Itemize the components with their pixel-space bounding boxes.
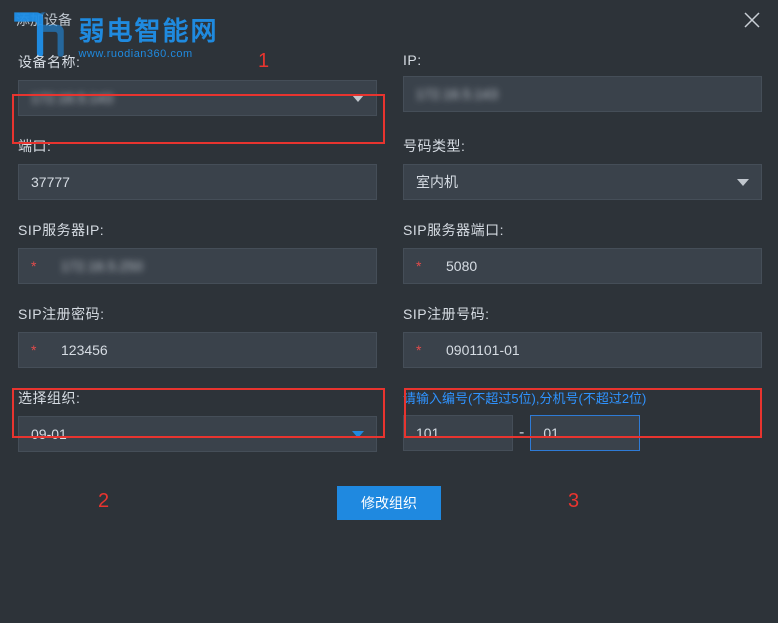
sip-reg-no-label: SIP注册号码: xyxy=(403,304,762,324)
sip-server-port-label: SIP服务器端口: xyxy=(403,220,762,240)
annotation-label-3: 3 xyxy=(568,490,579,513)
dash-separator: - xyxy=(519,424,524,442)
ip-label: IP: xyxy=(403,52,762,68)
modify-org-button[interactable]: 修改组织 xyxy=(337,486,441,520)
sip-reg-pwd-label: SIP注册密码: xyxy=(18,304,377,324)
sip-server-ip-label: SIP服务器IP: xyxy=(18,220,377,240)
number-type-select[interactable]: 室内机 xyxy=(403,164,762,200)
sip-reg-pwd-input[interactable]: 123456 xyxy=(18,332,377,368)
sip-server-port-input[interactable]: 5080 xyxy=(403,248,762,284)
extension-main-input[interactable] xyxy=(403,415,513,451)
select-org-label: 选择组织: xyxy=(18,388,377,408)
sip-reg-no-input[interactable]: 0901101-01 xyxy=(403,332,762,368)
port-input[interactable] xyxy=(18,164,377,200)
number-type-label: 号码类型: xyxy=(403,136,762,156)
chevron-down-icon xyxy=(352,95,364,102)
chevron-down-icon xyxy=(737,179,749,186)
annotation-label-1: 1 xyxy=(258,50,269,73)
chevron-down-icon xyxy=(352,431,364,438)
port-label: 端口: xyxy=(18,136,377,156)
select-org-select[interactable]: 09-01 xyxy=(18,416,377,452)
annotation-label-2: 2 xyxy=(98,490,109,513)
sip-server-ip-input[interactable]: 172.16.5.250 xyxy=(18,248,377,284)
extension-sub-input[interactable] xyxy=(530,415,640,451)
close-icon[interactable] xyxy=(738,6,766,34)
extension-pair: - xyxy=(403,415,762,451)
dialog-title: 添加设备 xyxy=(16,10,72,30)
extension-hint: 请输入编号(不超过5位),分机号(不超过2位) xyxy=(403,388,762,407)
ip-input[interactable]: 172.16.5.143 xyxy=(403,76,762,112)
device-name-select[interactable]: 172.16.5.143 xyxy=(18,80,377,116)
device-name-label: 设备名称: xyxy=(18,52,377,72)
